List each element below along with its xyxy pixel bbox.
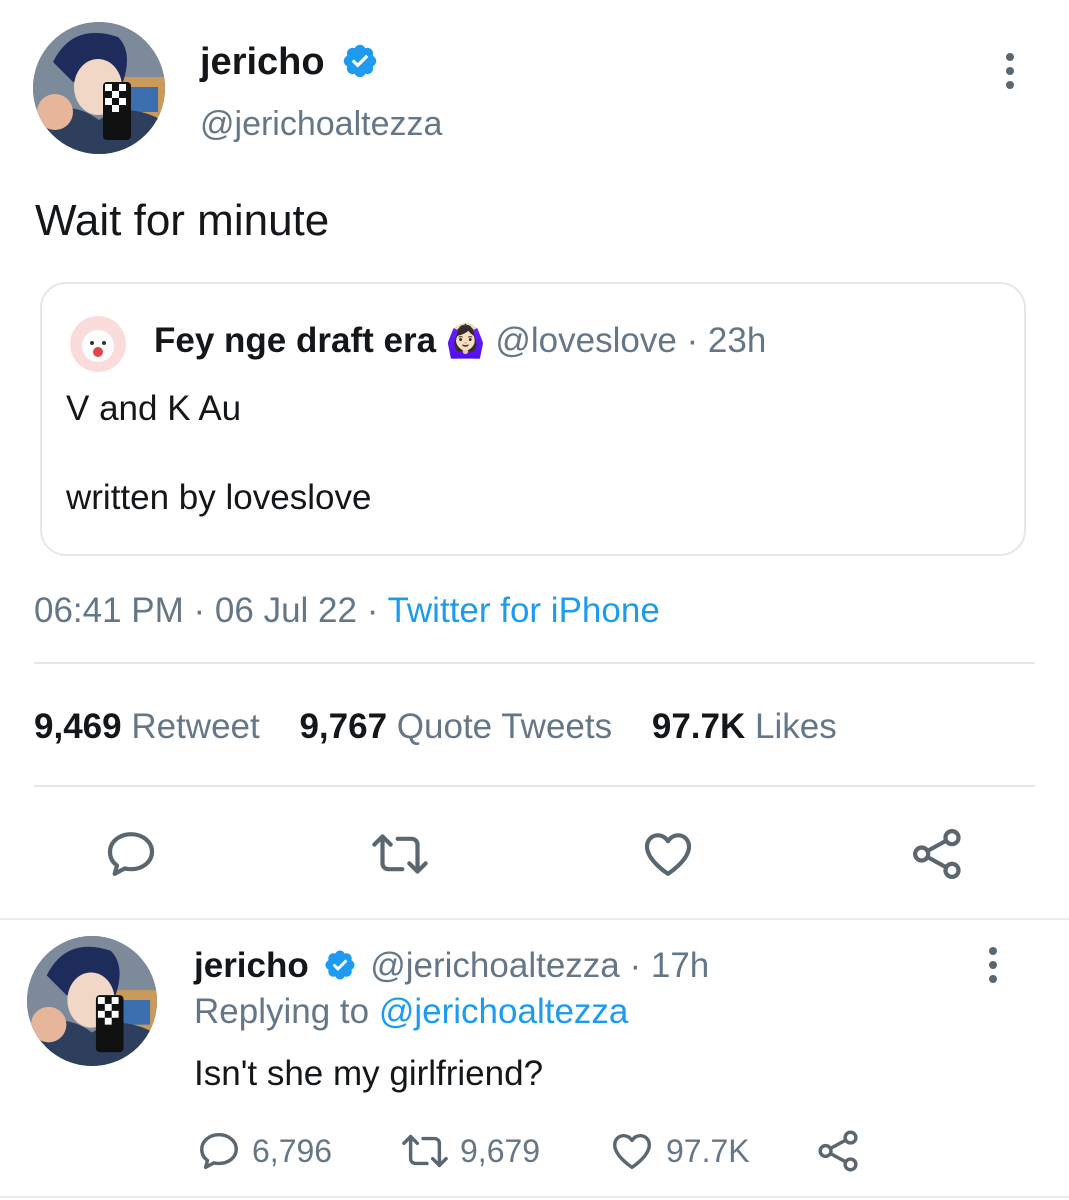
reply-icon bbox=[107, 832, 155, 876]
verified-badge-icon bbox=[324, 950, 355, 980]
reply-author-handle[interactable]: @jerichoaltezza bbox=[370, 946, 620, 985]
quotes-count: 9,767 bbox=[299, 707, 388, 746]
quoted-tweet-time: · 23h bbox=[686, 321, 767, 360]
timestamp-text: 06:41 PM · 06 Jul 22 · bbox=[34, 591, 388, 630]
reply-icon bbox=[200, 1132, 238, 1170]
tweet-timestamp: 06:41 PM · 06 Jul 22 · Twitter for iPhon… bbox=[34, 590, 660, 632]
reply-more-options-icon[interactable] bbox=[989, 947, 997, 989]
retweet-button[interactable] bbox=[369, 826, 431, 882]
reply-author-name[interactable]: jericho bbox=[194, 946, 309, 985]
retweet-count: 9,679 bbox=[460, 1132, 541, 1169]
tweet-text: Wait for minute bbox=[35, 196, 330, 245]
like-icon bbox=[644, 833, 692, 876]
bottom-divider bbox=[0, 1196, 1069, 1198]
retweet-icon bbox=[372, 834, 428, 874]
quoted-author-emoji: 🙆🏻‍♀️ bbox=[445, 323, 486, 359]
reply-count: 6,796 bbox=[252, 1132, 333, 1169]
retweet-icon bbox=[402, 1134, 448, 1168]
quoted-author-handle[interactable]: @loveslove bbox=[495, 321, 676, 360]
tweet-stats: 9,469 Retweet 9,767 Quote Tweets 97.7K L… bbox=[34, 706, 837, 748]
quoted-tweet-card[interactable]: Fey nge draft era 🙆🏻‍♀️ @loveslove · 23h… bbox=[40, 282, 1026, 556]
like-button[interactable] bbox=[640, 826, 696, 882]
quoted-author-avatar bbox=[70, 316, 126, 372]
likes-stat[interactable]: 97.7K Likes bbox=[652, 707, 837, 746]
quotes-label: Quote Tweets bbox=[396, 707, 613, 746]
reply-author-avatar[interactable] bbox=[27, 936, 157, 1066]
likes-label: Likes bbox=[755, 707, 837, 746]
divider bbox=[34, 662, 1035, 664]
retweets-label: Retweet bbox=[131, 707, 260, 746]
reply-retweet-button[interactable]: 9,679 bbox=[398, 1128, 540, 1174]
source-link[interactable]: Twitter for iPhone bbox=[387, 591, 659, 630]
reply-share-button[interactable] bbox=[816, 1128, 862, 1174]
avatar-photo bbox=[33, 22, 165, 154]
replying-to-label: Replying to bbox=[194, 992, 370, 1031]
quoted-tweet-line-1: V and K Au bbox=[66, 389, 242, 428]
reply-tweet-text: Isn't she my girlfriend? bbox=[194, 1054, 544, 1093]
retweets-stat[interactable]: 9,469 Retweet bbox=[34, 707, 260, 746]
avatar-photo bbox=[27, 936, 157, 1066]
quoted-tweet-header: Fey nge draft era 🙆🏻‍♀️ @loveslove · 23h bbox=[154, 320, 766, 362]
like-icon bbox=[613, 1133, 651, 1170]
quotes-stat[interactable]: 9,767 Quote Tweets bbox=[299, 707, 612, 746]
share-icon bbox=[913, 829, 961, 879]
reply-button[interactable] bbox=[103, 826, 159, 882]
author-handle[interactable]: @jerichoaltezza bbox=[200, 104, 442, 144]
like-count: 97.7K bbox=[666, 1132, 750, 1169]
quoted-author-name[interactable]: Fey nge draft era bbox=[154, 321, 436, 360]
author-avatar[interactable] bbox=[33, 22, 165, 154]
replying-to-handle[interactable]: @jerichoaltezza bbox=[379, 992, 629, 1031]
author-name[interactable]: jericho bbox=[200, 40, 379, 84]
reply-tweet-header: jericho @jerichoaltezza · 17h bbox=[194, 944, 709, 988]
verified-badge-icon bbox=[343, 44, 377, 78]
more-options-icon[interactable] bbox=[1006, 53, 1014, 95]
replying-to: Replying to @jerichoaltezza bbox=[194, 990, 628, 1034]
avatar-image bbox=[70, 316, 126, 372]
section-divider bbox=[0, 918, 1069, 920]
reply-reply-button[interactable]: 6,796 bbox=[196, 1128, 332, 1174]
reply-tweet-time: · 17h bbox=[629, 946, 710, 985]
share-button[interactable] bbox=[910, 826, 966, 882]
quoted-tweet-line-2: written by loveslove bbox=[66, 478, 372, 517]
retweets-count: 9,469 bbox=[34, 707, 122, 746]
share-icon bbox=[818, 1130, 858, 1172]
reply-like-button[interactable]: 97.7K bbox=[608, 1128, 750, 1174]
likes-count: 97.7K bbox=[651, 707, 746, 746]
divider bbox=[34, 785, 1035, 787]
